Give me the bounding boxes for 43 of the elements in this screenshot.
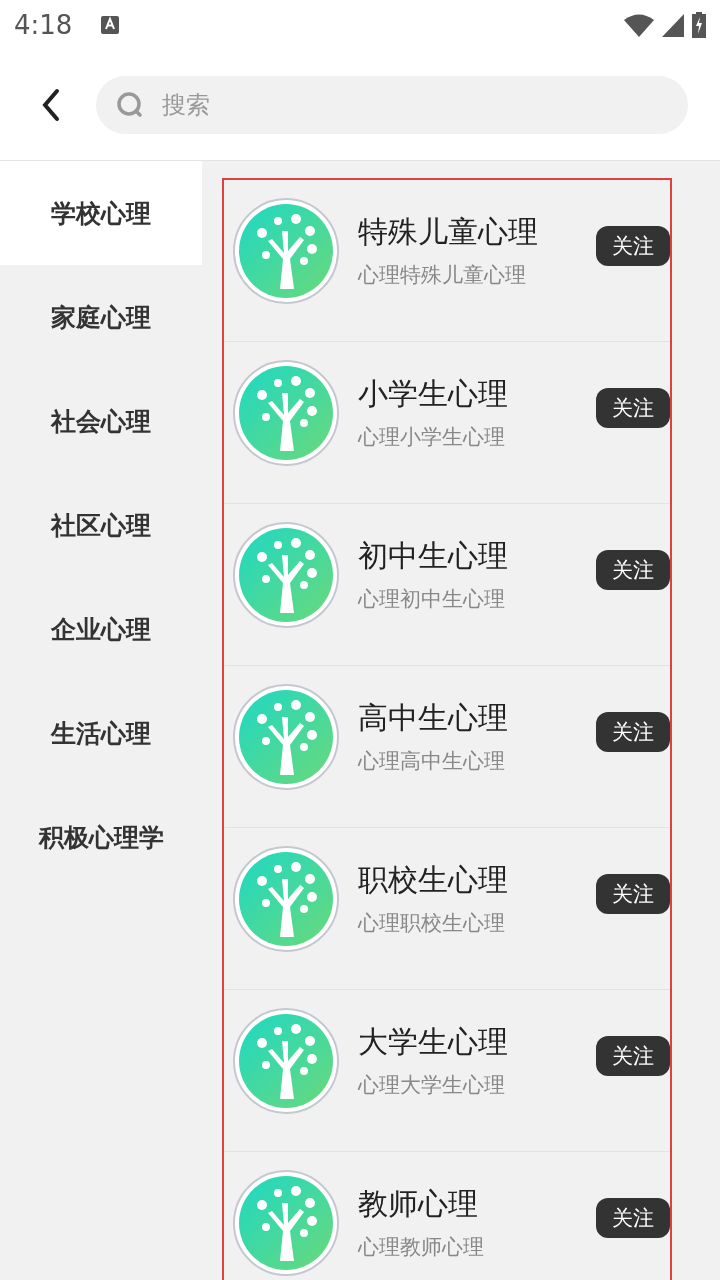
item-subtitle: 心理教师心理	[358, 1234, 485, 1261]
category-item[interactable]: 社区心理	[0, 473, 202, 577]
search-field[interactable]: 搜索	[96, 76, 688, 134]
tree-avatar-icon	[232, 844, 340, 953]
tree-avatar-icon	[232, 196, 340, 305]
tree-avatar-icon	[232, 358, 340, 467]
item-title: 大学生心理	[358, 1023, 509, 1061]
search-icon	[116, 91, 144, 119]
follow-button[interactable]: 关注	[596, 549, 670, 590]
tree-avatar-icon	[232, 1168, 340, 1277]
back-icon[interactable]	[40, 88, 62, 122]
follow-button[interactable]: 关注	[596, 387, 670, 428]
follow-button[interactable]: 关注	[596, 873, 670, 914]
status-time: 4:18	[14, 10, 73, 40]
item-title: 教师心理	[358, 1185, 479, 1223]
item-subtitle: 心理初中生心理	[358, 586, 506, 613]
item-subtitle: 心理特殊儿童心理	[358, 262, 527, 289]
category-item[interactable]: 生活心理	[0, 681, 202, 785]
battery-icon	[692, 12, 706, 38]
keyboard-notification-icon	[100, 15, 121, 35]
item-title: 高中生心理	[358, 699, 509, 737]
item-subtitle: 心理小学生心理	[358, 424, 506, 451]
item-subtitle: 心理大学生心理	[358, 1072, 506, 1099]
signal-icon	[662, 13, 684, 37]
tree-avatar-icon	[232, 520, 340, 629]
category-item[interactable]: 企业心理	[0, 577, 202, 681]
tree-avatar-icon	[232, 1006, 340, 1115]
follow-button[interactable]: 关注	[596, 1035, 670, 1076]
tree-avatar-icon	[232, 682, 340, 791]
category-item[interactable]: 学校心理	[0, 161, 202, 265]
category-item[interactable]: 积极心理学	[0, 785, 202, 889]
item-subtitle: 心理高中生心理	[358, 748, 506, 775]
item-title: 特殊儿童心理	[358, 213, 539, 251]
category-item[interactable]: 社会心理	[0, 369, 202, 473]
category-item[interactable]: 家庭心理	[0, 265, 202, 369]
item-title: 职校生心理	[358, 861, 509, 899]
item-title: 小学生心理	[358, 375, 509, 413]
follow-button[interactable]: 关注	[596, 225, 670, 266]
item-title: 初中生心理	[358, 537, 509, 575]
wifi-icon	[624, 13, 654, 37]
follow-button[interactable]: 关注	[596, 1197, 670, 1238]
item-subtitle: 心理职校生心理	[358, 910, 506, 937]
follow-button[interactable]: 关注	[596, 711, 670, 752]
